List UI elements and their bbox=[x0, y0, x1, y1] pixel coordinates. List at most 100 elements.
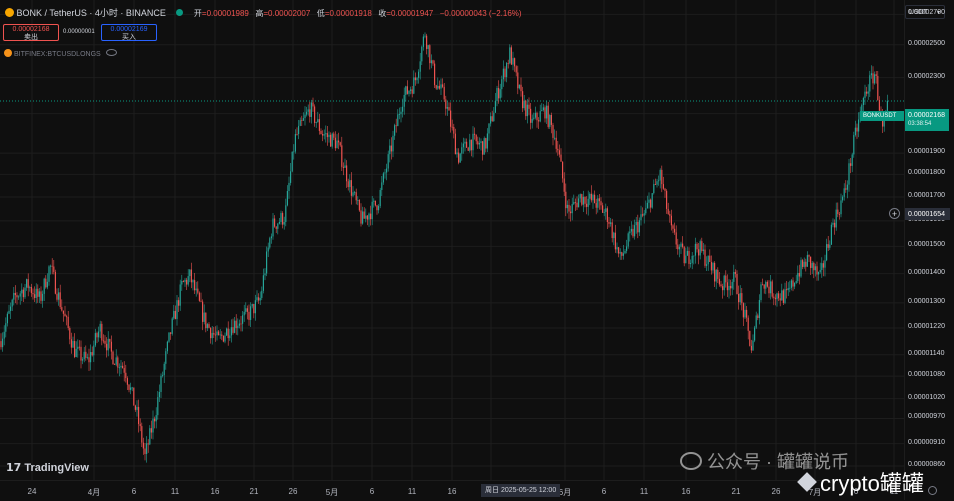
candle-body bbox=[741, 293, 743, 304]
candle-body bbox=[456, 152, 458, 155]
candle-body bbox=[810, 256, 812, 268]
candle-body bbox=[205, 312, 207, 329]
last-price-tag: 0.00002168 03:38:54 bbox=[905, 109, 949, 131]
candle-body bbox=[512, 58, 514, 65]
candle-body bbox=[86, 357, 88, 359]
candle-body bbox=[5, 323, 7, 332]
candle-body bbox=[586, 203, 588, 207]
candle-body bbox=[702, 249, 704, 252]
candle-body bbox=[715, 269, 717, 282]
candle-body bbox=[320, 130, 322, 135]
candle-body bbox=[838, 214, 840, 215]
candle-body bbox=[829, 244, 831, 248]
candle-body bbox=[75, 348, 77, 357]
candle-body bbox=[502, 68, 504, 80]
candle-body bbox=[797, 272, 799, 282]
candle-body bbox=[61, 307, 63, 311]
x-axis-label: 11 bbox=[407, 487, 417, 496]
candle-body bbox=[406, 86, 408, 94]
candle-body bbox=[45, 278, 47, 288]
candle-body bbox=[755, 315, 757, 328]
spread-value: 0.00000001 bbox=[63, 29, 95, 35]
candle-body bbox=[56, 293, 58, 300]
candle-body bbox=[709, 255, 711, 262]
candle-body bbox=[459, 153, 461, 163]
candle-body bbox=[798, 272, 800, 277]
candle-body bbox=[779, 298, 781, 301]
candle-body bbox=[307, 109, 309, 112]
candle-body bbox=[818, 272, 820, 275]
candle-body bbox=[144, 448, 146, 454]
candle-body bbox=[115, 357, 117, 365]
candle-body bbox=[147, 443, 149, 445]
candle-body bbox=[547, 105, 549, 127]
candle-body bbox=[662, 184, 664, 189]
candle-body bbox=[267, 247, 269, 252]
candle-body bbox=[650, 199, 652, 208]
candle-body bbox=[563, 178, 565, 192]
candle-body bbox=[749, 330, 751, 346]
open-value: =0.00001989 bbox=[201, 9, 249, 18]
candle-body bbox=[848, 163, 850, 185]
candle-body bbox=[706, 264, 708, 266]
candle-body bbox=[462, 143, 464, 148]
eye-icon[interactable] bbox=[105, 49, 117, 56]
candle-body bbox=[618, 247, 620, 254]
candle-body bbox=[318, 119, 320, 131]
candle-body bbox=[19, 293, 21, 297]
candle-body bbox=[488, 123, 490, 134]
candle-body bbox=[851, 154, 853, 166]
candle-body bbox=[688, 250, 690, 264]
candle-body bbox=[398, 114, 400, 115]
buy-button[interactable]: 0.00002169 买入 bbox=[101, 24, 157, 41]
candle-body bbox=[214, 334, 216, 336]
candle-body bbox=[141, 426, 143, 443]
candle-body bbox=[776, 293, 778, 300]
candle-body bbox=[667, 208, 669, 215]
candle-body bbox=[245, 308, 247, 312]
candle-body bbox=[261, 290, 263, 298]
candle-body bbox=[614, 232, 616, 250]
candle-body bbox=[718, 278, 720, 285]
x-axis-label: 4月 bbox=[87, 488, 101, 497]
candle-body bbox=[166, 341, 168, 352]
candle-body bbox=[794, 282, 796, 287]
candle-body bbox=[238, 323, 240, 326]
candle-body bbox=[48, 266, 50, 282]
candle-body bbox=[424, 35, 426, 37]
candle-body bbox=[664, 188, 666, 191]
candle-body bbox=[192, 280, 194, 283]
candle-body bbox=[187, 276, 189, 285]
candle-body bbox=[125, 372, 127, 379]
candle-body bbox=[622, 253, 624, 256]
candle-body bbox=[403, 94, 405, 107]
candle-body bbox=[200, 300, 202, 302]
candle-body bbox=[283, 221, 285, 225]
candle-body bbox=[330, 134, 332, 147]
candle-body bbox=[99, 323, 101, 332]
candle-body bbox=[643, 213, 645, 216]
timezone-settings-icon[interactable] bbox=[928, 486, 937, 495]
add-alert-icon[interactable]: + bbox=[889, 208, 900, 219]
bitcoin-icon bbox=[4, 49, 12, 57]
indicator-label[interactable]: BITFINEX:BTCUSDLONGS bbox=[14, 51, 101, 58]
candle-body bbox=[18, 296, 20, 298]
tradingview-logo-text: TradingView bbox=[24, 462, 89, 474]
candle-body bbox=[606, 208, 608, 223]
candle-body bbox=[122, 365, 124, 369]
candle-body bbox=[451, 126, 453, 128]
tradingview-logo[interactable]: 𝟭𝟳 TradingView bbox=[6, 461, 89, 474]
candle-body bbox=[555, 137, 557, 149]
candle-body bbox=[163, 363, 165, 376]
candle-body bbox=[411, 89, 413, 94]
price-chart[interactable] bbox=[0, 0, 954, 500]
candle-body bbox=[854, 127, 856, 136]
candle-body bbox=[446, 107, 448, 109]
candle-body bbox=[24, 287, 26, 298]
sell-button[interactable]: 0.00002168 卖出 bbox=[3, 24, 59, 41]
symbol-title[interactable]: BONK / TetherUS · 4小时 · BINANCE bbox=[17, 8, 166, 18]
candle-body bbox=[336, 140, 338, 149]
candle-body bbox=[85, 351, 87, 358]
candle-body bbox=[74, 340, 76, 357]
candle-body bbox=[493, 112, 495, 122]
